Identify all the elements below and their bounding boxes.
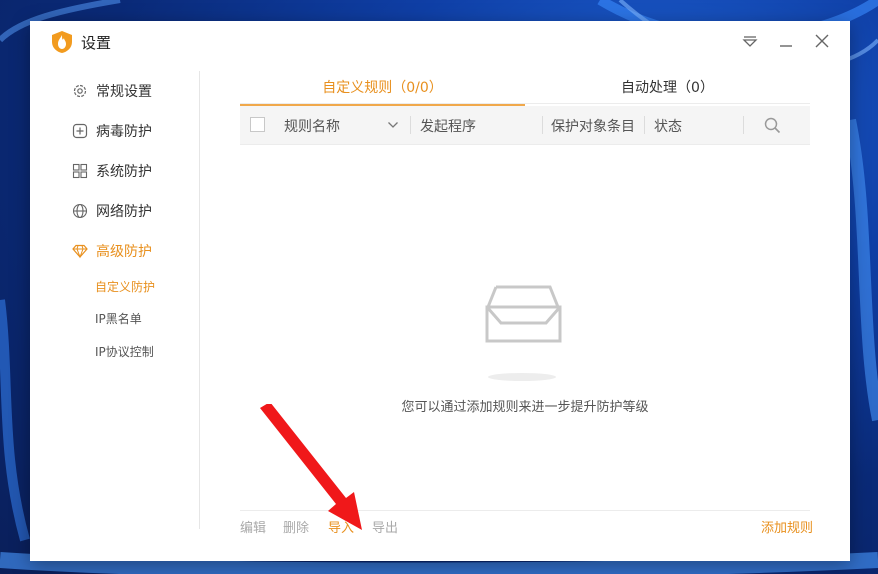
column-separator <box>644 116 645 134</box>
select-all-checkbox[interactable] <box>250 117 265 132</box>
column-header-protected-items[interactable]: 保护对象条目 <box>551 116 635 136</box>
tab-auto-handle[interactable]: 自动处理（0） <box>525 77 810 103</box>
tab-bar: 自定义规则（0/0） 自动处理（0） <box>240 77 810 106</box>
export-button[interactable]: 导出 <box>372 517 398 536</box>
sidebar-item-system[interactable]: 系统防护 <box>72 160 152 182</box>
settings-window: 设置 常规设置 病毒防护 系统防护 网络防护 高级防护 自定义防护 IP黑名单 … <box>30 21 850 561</box>
tab-custom-rules[interactable]: 自定义规则（0/0） <box>240 77 525 106</box>
column-header-initiator[interactable]: 发起程序 <box>420 116 476 136</box>
empty-state-text: 您可以通过添加规则来进一步提升防护等级 <box>401 400 649 415</box>
sidebar-item-label: 病毒防护 <box>96 124 152 140</box>
sidebar-item-virus[interactable]: 病毒防护 <box>72 120 152 142</box>
gear-icon <box>73 84 87 98</box>
sidebar-subitem-ip-protocol-control[interactable]: IP协议控制 <box>95 343 154 360</box>
empty-inbox-icon <box>485 285 562 381</box>
sidebar-subitem-ip-blacklist[interactable]: IP黑名单 <box>95 310 142 327</box>
title-bar: 设置 <box>30 21 850 63</box>
column-separator <box>743 116 744 134</box>
column-separator <box>542 116 543 134</box>
sidebar: 常规设置 病毒防护 系统防护 网络防护 高级防护 自定义防护 IP黑名单 IP协… <box>30 63 199 533</box>
sidebar-item-label: 常规设置 <box>96 84 152 100</box>
edit-button[interactable]: 编辑 <box>240 517 266 536</box>
sidebar-item-general[interactable]: 常规设置 <box>72 80 152 102</box>
minimize-icon[interactable] <box>776 31 796 51</box>
main-panel: 自定义规则（0/0） 自动处理（0） 规则名称 发起程序 保护对象条目 状态 您… <box>240 63 810 533</box>
chevron-down-icon[interactable] <box>387 120 399 130</box>
sidebar-subitem-custom-protection[interactable]: 自定义防护 <box>95 278 155 295</box>
plus-box-icon <box>72 123 88 139</box>
delete-button[interactable]: 删除 <box>283 517 309 536</box>
tab-divider <box>240 103 810 104</box>
column-header-rule-name[interactable]: 规则名称 <box>284 116 340 136</box>
sidebar-item-label: 系统防护 <box>96 164 152 180</box>
sidebar-item-label: 高级防护 <box>96 244 152 260</box>
sidebar-item-label: 网络防护 <box>96 204 152 220</box>
diamond-icon <box>72 244 88 259</box>
column-header-status[interactable]: 状态 <box>654 116 682 136</box>
windows-icon <box>72 163 88 179</box>
close-icon[interactable] <box>812 31 832 51</box>
table-header: 规则名称 发起程序 保护对象条目 状态 <box>240 106 810 145</box>
menu-dropdown-icon[interactable] <box>740 31 760 51</box>
sidebar-divider <box>199 71 200 529</box>
search-icon[interactable] <box>764 117 781 134</box>
column-separator <box>410 116 411 134</box>
app-logo-icon <box>52 31 72 53</box>
add-rule-button[interactable]: 添加规则 <box>761 517 813 536</box>
sidebar-item-advanced[interactable]: 高级防护 <box>72 240 152 262</box>
import-button[interactable]: 导入 <box>328 517 354 536</box>
sidebar-item-network[interactable]: 网络防护 <box>72 200 152 222</box>
footer-divider <box>240 510 810 511</box>
globe-icon <box>72 203 88 219</box>
window-title: 设置 <box>81 34 112 52</box>
